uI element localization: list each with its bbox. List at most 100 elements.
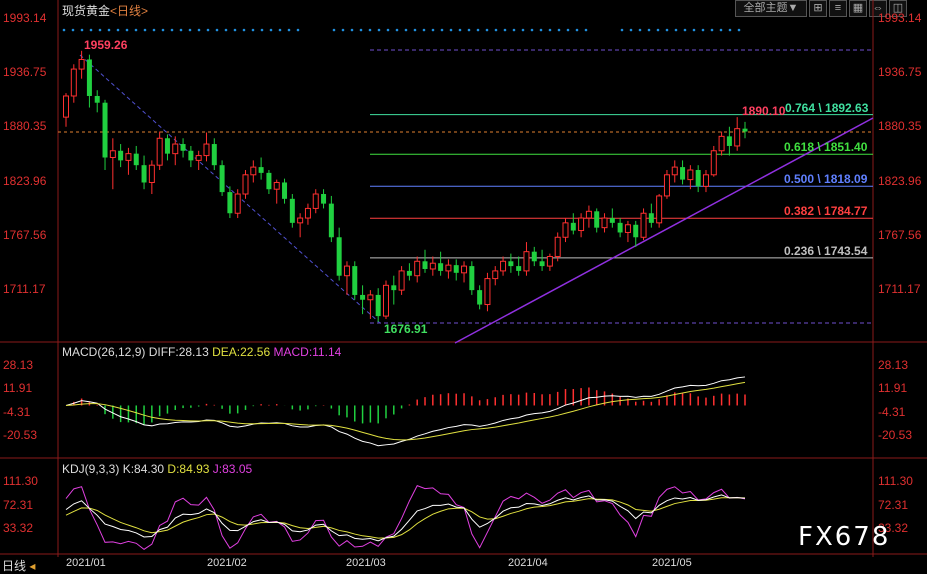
signal-dot (548, 28, 552, 32)
fib-label-0.764: 0.764 \ 1892.63 (785, 100, 869, 115)
fib-label-0.236: 0.236 \ 1743.54 (784, 243, 868, 258)
candle-body (594, 211, 600, 228)
candle-body (375, 294, 381, 317)
candle-body (438, 263, 444, 271)
candle-body (133, 153, 139, 166)
macd-tick-left: -4.31 (3, 404, 31, 419)
candle-body (148, 164, 155, 183)
signal-dot (107, 28, 111, 32)
candle-body (562, 222, 569, 238)
macd-diff: DIFF:28.13 (148, 345, 209, 359)
price-chart[interactable] (0, 0, 927, 572)
signal-dot (98, 28, 102, 32)
period-tab[interactable]: 日线 ◂ (2, 557, 35, 574)
signal-dot (737, 28, 741, 32)
signal-dot (386, 28, 390, 32)
candle-body (273, 181, 280, 190)
signal-dot (143, 28, 147, 32)
candle-body (282, 182, 288, 199)
signal-dot (89, 28, 93, 32)
candle-body (585, 210, 592, 219)
kdj-tick-left: 33.32 (3, 521, 34, 535)
signal-dot (296, 28, 300, 32)
kdj-tick-right: 111.30 (878, 474, 913, 488)
candle-body (203, 143, 210, 157)
signal-dot (674, 28, 678, 32)
macd-params: MACD(26,12,9) (62, 345, 146, 359)
watermark: FX678 (798, 522, 891, 552)
kdj-d: D:84.93 (167, 462, 210, 476)
signal-dot (125, 28, 129, 32)
signal-dot (341, 28, 345, 32)
macd-tick-left: 28.13 (3, 358, 34, 372)
candle-body (484, 278, 491, 306)
signal-dot (620, 28, 624, 32)
signal-dot (521, 28, 525, 32)
candle-body (680, 167, 686, 180)
candle-body (109, 150, 116, 158)
candle-body (125, 153, 132, 161)
signal-dot (206, 28, 210, 32)
macd-tick-right: 11.91 (878, 381, 908, 396)
signal-dot (422, 28, 426, 32)
candle-body (188, 150, 194, 161)
candle-body (360, 294, 366, 300)
candle-body (367, 294, 374, 301)
macd-value: MACD:11.14 (273, 345, 342, 359)
macd-tick-left: 11.91 (3, 381, 33, 396)
signal-dot (575, 28, 579, 32)
signal-dot (449, 28, 453, 32)
fib-label-0.500: 0.500 \ 1818.09 (784, 172, 868, 187)
macd-tick-left: -20.53 (3, 428, 38, 442)
candle-body (477, 290, 483, 305)
signal-dot (710, 28, 714, 32)
signal-dot (161, 28, 165, 32)
signal-dot (485, 28, 489, 32)
signal-dot (701, 28, 705, 32)
signal-dot (494, 28, 498, 32)
candle-body (343, 265, 350, 277)
candle-body (461, 265, 468, 274)
candle-body (63, 95, 69, 118)
candle-body (663, 174, 670, 197)
candle-body (601, 217, 608, 229)
candle-body (695, 169, 701, 187)
candle-body (156, 137, 163, 166)
high-annotation: 1959.26 (84, 38, 128, 52)
candle-body (516, 266, 522, 271)
candle-body (94, 95, 100, 103)
signal-dot (530, 28, 534, 32)
signal-dot (116, 28, 120, 32)
candle-body (321, 194, 327, 204)
candle-body (523, 251, 530, 272)
signal-dot (188, 28, 192, 32)
date-tick: 2021/01 (66, 557, 106, 569)
candle-body (734, 128, 741, 147)
candle-body (398, 270, 405, 291)
candle-body (531, 251, 537, 262)
signal-dot (647, 28, 651, 32)
candle-body (141, 165, 147, 183)
signal-dot (287, 28, 291, 32)
signal-dot (134, 28, 138, 32)
candle-body (70, 68, 77, 97)
candle-body (180, 144, 186, 151)
kdj-j: J:83.05 (212, 462, 253, 476)
signal-dot (539, 28, 543, 32)
signal-dot (62, 28, 66, 32)
candle-body (227, 192, 233, 214)
period-tab-label: 日线 (2, 559, 27, 573)
signal-dot (656, 28, 660, 32)
candle-body (312, 193, 319, 209)
candle-body (219, 165, 225, 193)
signal-dot (71, 28, 75, 32)
signal-dot (278, 28, 282, 32)
candle-body (617, 222, 623, 233)
macd-dea: DEA:22.56 (212, 345, 271, 359)
macd-legend: MACD(26,12,9) DIFF:28.13 DEA:22.56 MACD:… (62, 345, 341, 359)
signal-dot (215, 28, 219, 32)
candle-body (211, 144, 217, 166)
kdj-params: KDJ(9,3,3) (62, 462, 120, 476)
candle-body (578, 217, 585, 232)
signal-dot (683, 28, 687, 32)
